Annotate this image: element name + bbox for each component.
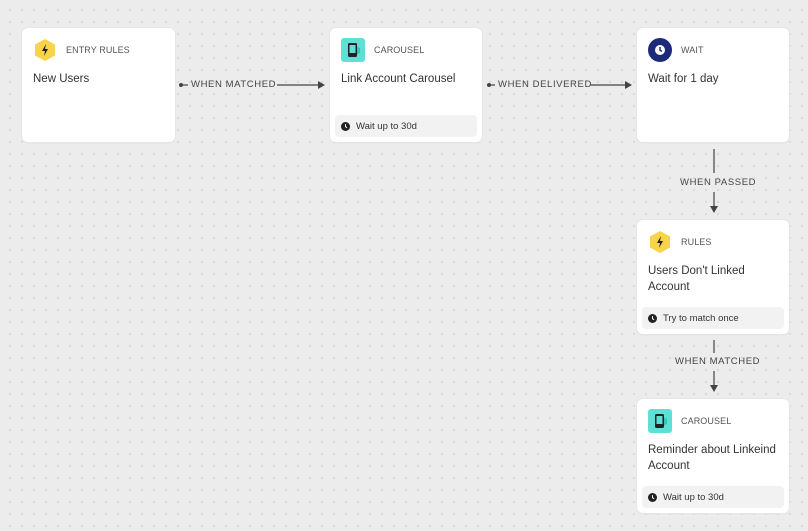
- node-footer: Try to match once: [642, 307, 784, 329]
- clock-icon: [341, 121, 350, 131]
- node-footer: Wait up to 30d: [335, 115, 477, 137]
- edge-label: WHEN DELIVERED: [498, 79, 592, 90]
- arrow-down-icon: [710, 385, 718, 392]
- node-type: CAROUSEL: [374, 45, 425, 55]
- edge-start-dot: [179, 83, 183, 87]
- node-title: Users Don't Linked Account: [648, 265, 745, 293]
- phone-icon: [648, 409, 672, 433]
- lightning-icon: [33, 38, 57, 62]
- edge-start-dot: [487, 83, 491, 87]
- phone-icon: [341, 38, 365, 62]
- node-title: Wait for 1 day: [648, 73, 719, 85]
- lightning-icon: [648, 230, 672, 254]
- node-footer: Wait up to 30d: [642, 486, 784, 508]
- clock-icon: [648, 38, 672, 62]
- node-carousel-reminder[interactable]: CAROUSEL Reminder about Linkeind Account…: [637, 399, 789, 513]
- node-title: Link Account Carousel: [341, 73, 456, 85]
- flow-canvas[interactable]: WHEN MATCHED WHEN DELIVERED WHEN PASSED …: [0, 0, 808, 531]
- node-type: CAROUSEL: [681, 416, 732, 426]
- node-rules[interactable]: RULES Users Don't Linked Account Try to …: [637, 220, 789, 334]
- edge-label: WHEN MATCHED: [191, 79, 277, 90]
- arrow-right-icon: [625, 81, 632, 89]
- node-wait[interactable]: WAIT Wait for 1 day: [637, 28, 789, 142]
- node-type: RULES: [681, 237, 712, 247]
- clock-icon: [648, 492, 657, 502]
- node-type: ENTRY RULES: [66, 45, 130, 55]
- arrow-right-icon: [318, 81, 325, 89]
- arrow-down-icon: [710, 206, 718, 213]
- node-title: New Users: [33, 73, 90, 85]
- footer-text: Wait up to 30d: [663, 491, 724, 503]
- clock-icon: [648, 313, 657, 323]
- node-title: Reminder about Linkeind Account: [648, 444, 776, 472]
- node-carousel-link-account[interactable]: CAROUSEL Link Account Carousel Wait up t…: [330, 28, 482, 142]
- footer-text: Wait up to 30d: [356, 120, 417, 132]
- node-type: WAIT: [681, 45, 704, 55]
- edge-label: WHEN MATCHED: [675, 356, 761, 367]
- edge-label: WHEN PASSED: [680, 177, 757, 188]
- node-entry-rules[interactable]: ENTRY RULES New Users: [22, 28, 175, 142]
- footer-text: Try to match once: [663, 312, 739, 324]
